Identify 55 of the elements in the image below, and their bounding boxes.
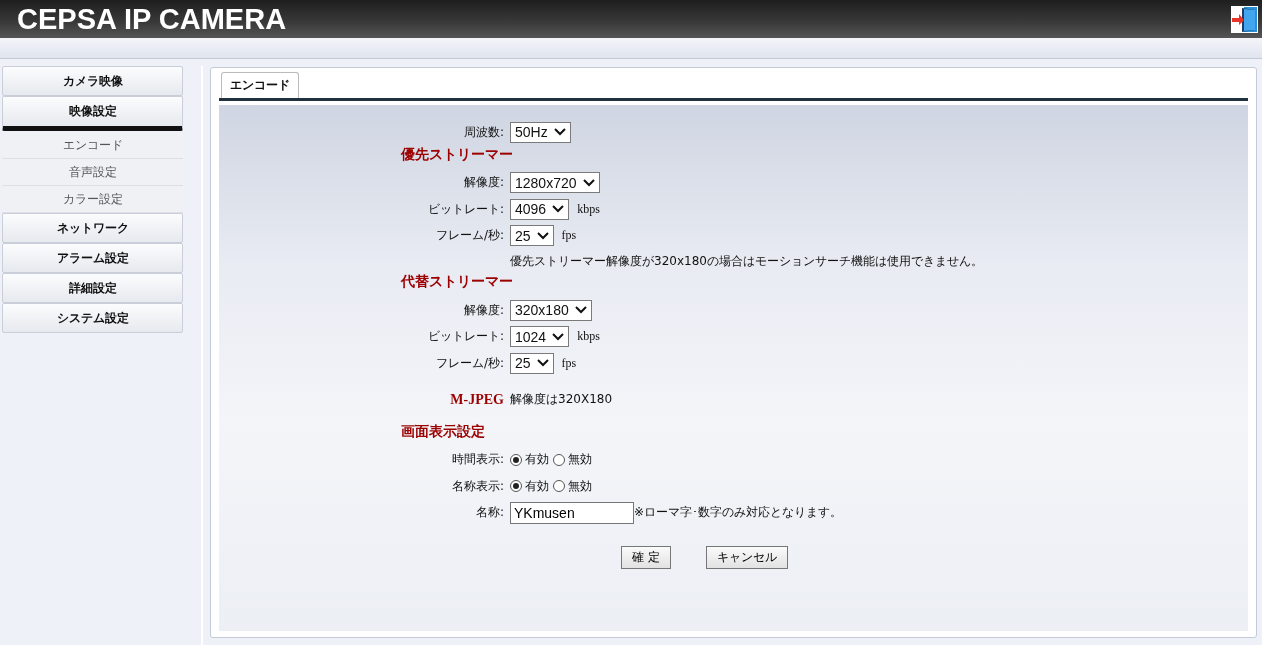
- section-heading: 優先ストリーマー: [400, 145, 514, 164]
- note-text: 優先ストリーマー解像度が320x180の場合はモーションサーチ機能は使用できません。: [510, 254, 983, 268]
- exit-door-icon[interactable]: [1231, 5, 1258, 33]
- radio-button[interactable]: [553, 453, 565, 466]
- dropdown[interactable]: 4096: [510, 198, 570, 220]
- chevron-down-icon: [553, 128, 566, 137]
- chevron-down-icon: [582, 178, 595, 187]
- info-text: 解像度は320X180: [510, 391, 614, 408]
- field-label: 解像度:: [462, 174, 504, 192]
- chevron-down-icon: [536, 359, 549, 368]
- name-input-field[interactable]: YKmusen: [510, 501, 634, 524]
- dropdown[interactable]: 1280x720: [510, 172, 600, 194]
- radio-button[interactable]: [510, 453, 522, 466]
- radio-label: 無効: [568, 477, 592, 495]
- radio-label: 有効: [525, 451, 549, 469]
- unit-label: kbps: [577, 329, 600, 345]
- unit-label: kbps: [577, 201, 600, 217]
- sidebar-menu-item[interactable]: カメラ映像: [2, 66, 183, 96]
- radio-button[interactable]: [510, 480, 522, 493]
- radio-button[interactable]: [553, 480, 565, 493]
- field-label: 名称表示:: [450, 477, 504, 495]
- tab[interactable]: エンコード: [221, 72, 299, 98]
- radio-label: 有効: [525, 477, 549, 495]
- section-heading: 代替ストリーマー: [399, 273, 514, 291]
- dropdown[interactable]: 25: [510, 225, 554, 247]
- field-label: M-JPEG: [449, 391, 504, 408]
- field-label: ビットレート:: [426, 200, 504, 218]
- dropdown[interactable]: 320x180: [510, 299, 592, 321]
- field-label: 周波数:: [462, 123, 504, 141]
- hint-text: ※ローマ字･数字のみ対応となります。: [634, 504, 843, 522]
- chevron-down-icon: [552, 205, 565, 214]
- sidebar-menu-item[interactable]: ネットワーク: [2, 213, 183, 243]
- radio-label: 無効: [568, 451, 592, 469]
- field-label: フレーム/秒:: [434, 354, 504, 372]
- dropdown[interactable]: 50Hz: [510, 121, 571, 143]
- unit-label: fps: [561, 355, 577, 371]
- form-button[interactable]: 確 定: [621, 546, 671, 569]
- sidebar-menu-item[interactable]: アラーム設定: [2, 243, 183, 273]
- dropdown[interactable]: 1024: [510, 326, 570, 348]
- unit-label: fps: [561, 228, 577, 244]
- sidebar-menu-item[interactable]: 詳細設定: [2, 273, 183, 303]
- field-label: フレーム/秒:: [434, 227, 504, 245]
- section-heading: 画面表示設定: [400, 422, 486, 441]
- chevron-down-icon: [574, 306, 587, 315]
- chevron-down-icon: [552, 332, 565, 341]
- field-label: 解像度:: [462, 301, 504, 319]
- form-button[interactable]: キャンセル: [705, 546, 788, 569]
- app-title: CEPSA IP CAMERA: [17, 2, 287, 36]
- field-label: 時間表示:: [450, 451, 504, 469]
- field-label: 名称:: [474, 504, 504, 522]
- field-label: ビットレート:: [426, 328, 504, 346]
- chevron-down-icon: [536, 231, 549, 240]
- sidebar-menu-item[interactable]: システム設定: [2, 303, 183, 333]
- dropdown[interactable]: 25: [510, 352, 554, 374]
- sidebar-menu-item[interactable]: 映像設定: [2, 96, 183, 131]
